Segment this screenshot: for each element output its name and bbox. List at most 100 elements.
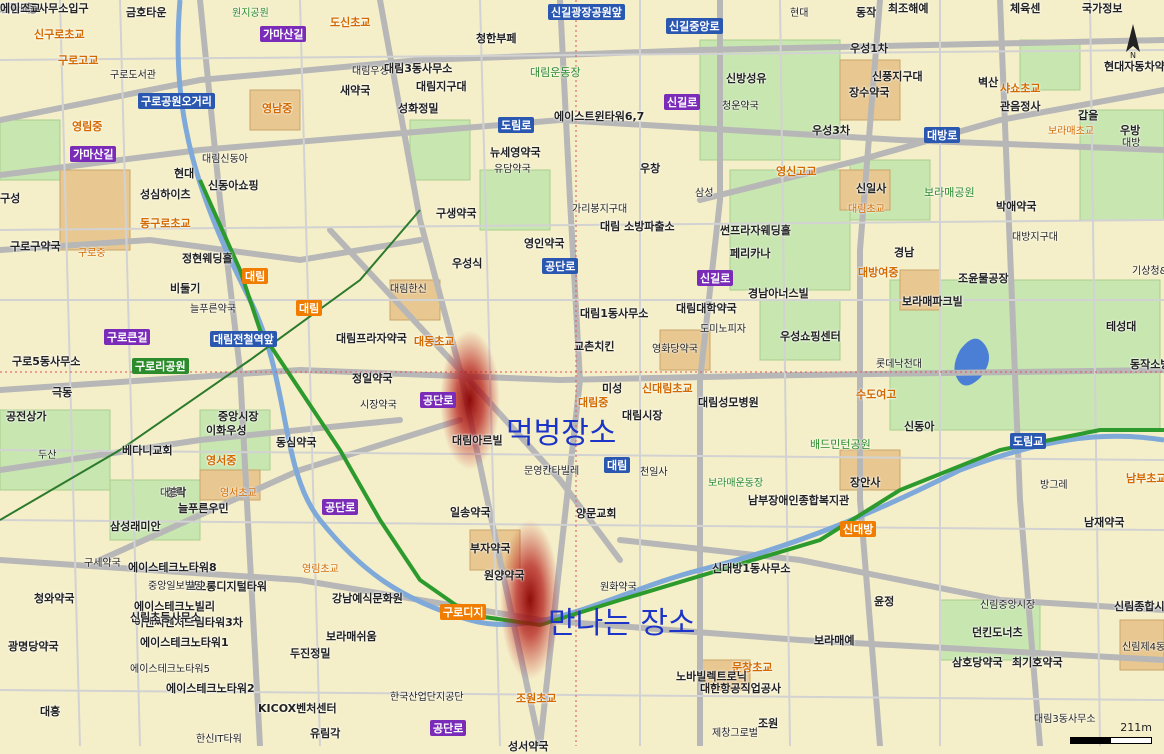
map-label[interactable]: 신풍지구대: [872, 68, 923, 84]
map-label[interactable]: 대방지구대: [1012, 228, 1058, 243]
map-label[interactable]: 대흥: [40, 703, 60, 719]
map-label[interactable]: 한신IT타워: [196, 730, 242, 745]
map-label[interactable]: 국가정보: [1082, 0, 1122, 16]
map-label[interactable]: 신대방1동사무소: [712, 560, 791, 576]
map-label[interactable]: 삼성: [695, 184, 713, 199]
map-label[interactable]: 롯데낙천대: [876, 355, 922, 370]
map-label[interactable]: 두산: [38, 446, 56, 461]
map-label[interactable]: 보라매초교: [1048, 122, 1094, 137]
map-label[interactable]: 보라매파크빌: [902, 293, 963, 309]
map-label[interactable]: 우성3차: [812, 122, 850, 138]
map-label[interactable]: 신림제4동사무소: [1122, 638, 1164, 653]
road-station-label[interactable]: 공단로: [420, 392, 457, 408]
map-label[interactable]: 성심하이츠: [140, 186, 191, 202]
road-station-label[interactable]: 구로디지: [440, 604, 487, 620]
map-label[interactable]: 신동아: [904, 418, 934, 434]
map-label[interactable]: 도신초교: [330, 14, 370, 30]
map-label[interactable]: 우성쇼핑센터: [780, 328, 841, 344]
map-label[interactable]: 유림각: [310, 725, 340, 741]
road-station-label[interactable]: 가마산길: [260, 26, 307, 42]
map-label[interactable]: 구세약국: [84, 554, 121, 569]
map-label[interactable]: 영신고교: [776, 163, 816, 179]
map-label[interactable]: 현대자동차약국: [1104, 58, 1164, 74]
map-label[interactable]: 던킨도너츠: [972, 624, 1023, 640]
map-label[interactable]: 대림초교: [848, 200, 885, 215]
map-label[interactable]: 장안사: [850, 474, 880, 490]
map-label[interactable]: 구로5동사무소: [12, 353, 80, 369]
map-label[interactable]: 남부장애인종합복지관: [748, 492, 849, 508]
map-label[interactable]: 대흥: [160, 484, 178, 499]
map-label[interactable]: 늘푸른약국: [190, 300, 236, 315]
map-label[interactable]: 장수약국: [849, 84, 889, 100]
map-label[interactable]: 일송약국: [450, 504, 490, 520]
map-label[interactable]: 영림초교: [302, 560, 339, 575]
map-label[interactable]: 대림시장: [622, 407, 662, 423]
map-label[interactable]: 샤쇼초교: [1000, 80, 1040, 96]
map-label[interactable]: 구성: [0, 190, 20, 206]
map-label[interactable]: 대림1동사무소: [580, 305, 648, 321]
map-label[interactable]: 구로중: [78, 244, 106, 259]
map-label[interactable]: 신림중앙시장: [980, 596, 1035, 611]
road-station-label[interactable]: 대림: [604, 457, 631, 473]
map-label[interactable]: 대림3동사무소: [384, 60, 452, 76]
map-label[interactable]: 최조해예: [888, 0, 928, 16]
map-label[interactable]: 보라매예: [814, 632, 854, 648]
map-label[interactable]: 배드민턴공원: [810, 436, 871, 452]
map-label[interactable]: 우성식: [452, 255, 482, 271]
map-label[interactable]: 한국산업단지공단: [390, 688, 464, 703]
map-label[interactable]: 테성대: [1106, 318, 1136, 334]
road-station-label[interactable]: 공단로: [542, 258, 579, 274]
map-label[interactable]: 성화정밀: [398, 100, 438, 116]
map-label[interactable]: 대림아르빌: [452, 432, 503, 448]
map-label[interactable]: 조원초교: [516, 690, 556, 706]
map-label[interactable]: 신구로초교: [34, 26, 85, 42]
road-station-label[interactable]: 공단로: [322, 499, 359, 515]
road-station-label[interactable]: 구로큰길: [104, 329, 151, 345]
road-station-label[interactable]: 공단로: [430, 720, 467, 736]
map-label[interactable]: 우성1차: [850, 40, 888, 56]
map-label[interactable]: 동작: [856, 4, 876, 20]
map-label[interactable]: 청와약국: [34, 590, 74, 606]
map-label[interactable]: 경남: [894, 244, 914, 260]
map-label[interactable]: 광명당약국: [8, 638, 59, 654]
map-label[interactable]: 대림운동장: [530, 64, 581, 80]
map-label[interactable]: 동심약국: [276, 434, 316, 450]
map-label[interactable]: 천일사: [640, 463, 668, 478]
road-station-label[interactable]: 대림: [296, 300, 323, 316]
map-label[interactable]: 대림중: [578, 394, 608, 410]
map-label[interactable]: 대림프라자약국: [336, 330, 407, 346]
map-label[interactable]: KICOX벤처센터: [258, 700, 337, 716]
map-label[interactable]: 삼성래미안: [110, 518, 161, 534]
map-label[interactable]: 중앙일보빌딩: [148, 577, 203, 592]
map-label[interactable]: 보라매쉬움: [326, 628, 377, 644]
map-label[interactable]: 기상청&서울: [1132, 262, 1164, 277]
road-station-label[interactable]: 도림로: [498, 117, 535, 133]
road-station-label[interactable]: 구로공원오거리: [138, 93, 215, 109]
map-label[interactable]: 구생약국: [436, 205, 476, 221]
map-label[interactable]: 남부초교: [1126, 470, 1164, 486]
map-label[interactable]: 제창그로벌: [712, 724, 758, 739]
road-station-label[interactable]: 신길로: [697, 270, 734, 286]
map-label[interactable]: 수도여고: [856, 386, 896, 402]
road-station-label[interactable]: 신길광장공원앞: [548, 4, 625, 20]
map-label[interactable]: 정일약국: [352, 370, 392, 386]
map-label[interactable]: 이화우성: [206, 422, 246, 438]
road-station-label[interactable]: 신길로: [664, 94, 701, 110]
map-label[interactable]: 조원: [758, 715, 778, 731]
road-station-label[interactable]: 도림교: [1010, 433, 1047, 449]
map-label[interactable]: 유담약국: [494, 160, 531, 175]
map-label[interactable]: 영인약국: [524, 235, 564, 251]
map-label[interactable]: 박애약국: [996, 198, 1036, 214]
map-label[interactable]: 에이스테크노타워8: [128, 559, 217, 575]
map-label[interactable]: 영림중: [72, 118, 102, 134]
map-label[interactable]: 극동: [52, 384, 72, 400]
road-station-label[interactable]: 대방로: [924, 127, 961, 143]
map-label[interactable]: 현대: [174, 165, 194, 181]
map-label[interactable]: 방그레: [1040, 476, 1068, 491]
map-label[interactable]: 늘푸른우민: [178, 500, 229, 516]
map-label[interactable]: 성서약국: [508, 738, 548, 754]
road-station-label[interactable]: 신대방: [840, 521, 877, 537]
map-label[interactable]: 공전상가: [6, 408, 46, 424]
map-label[interactable]: 대림지구대: [416, 78, 467, 94]
map-label[interactable]: 시장약국: [360, 396, 397, 411]
